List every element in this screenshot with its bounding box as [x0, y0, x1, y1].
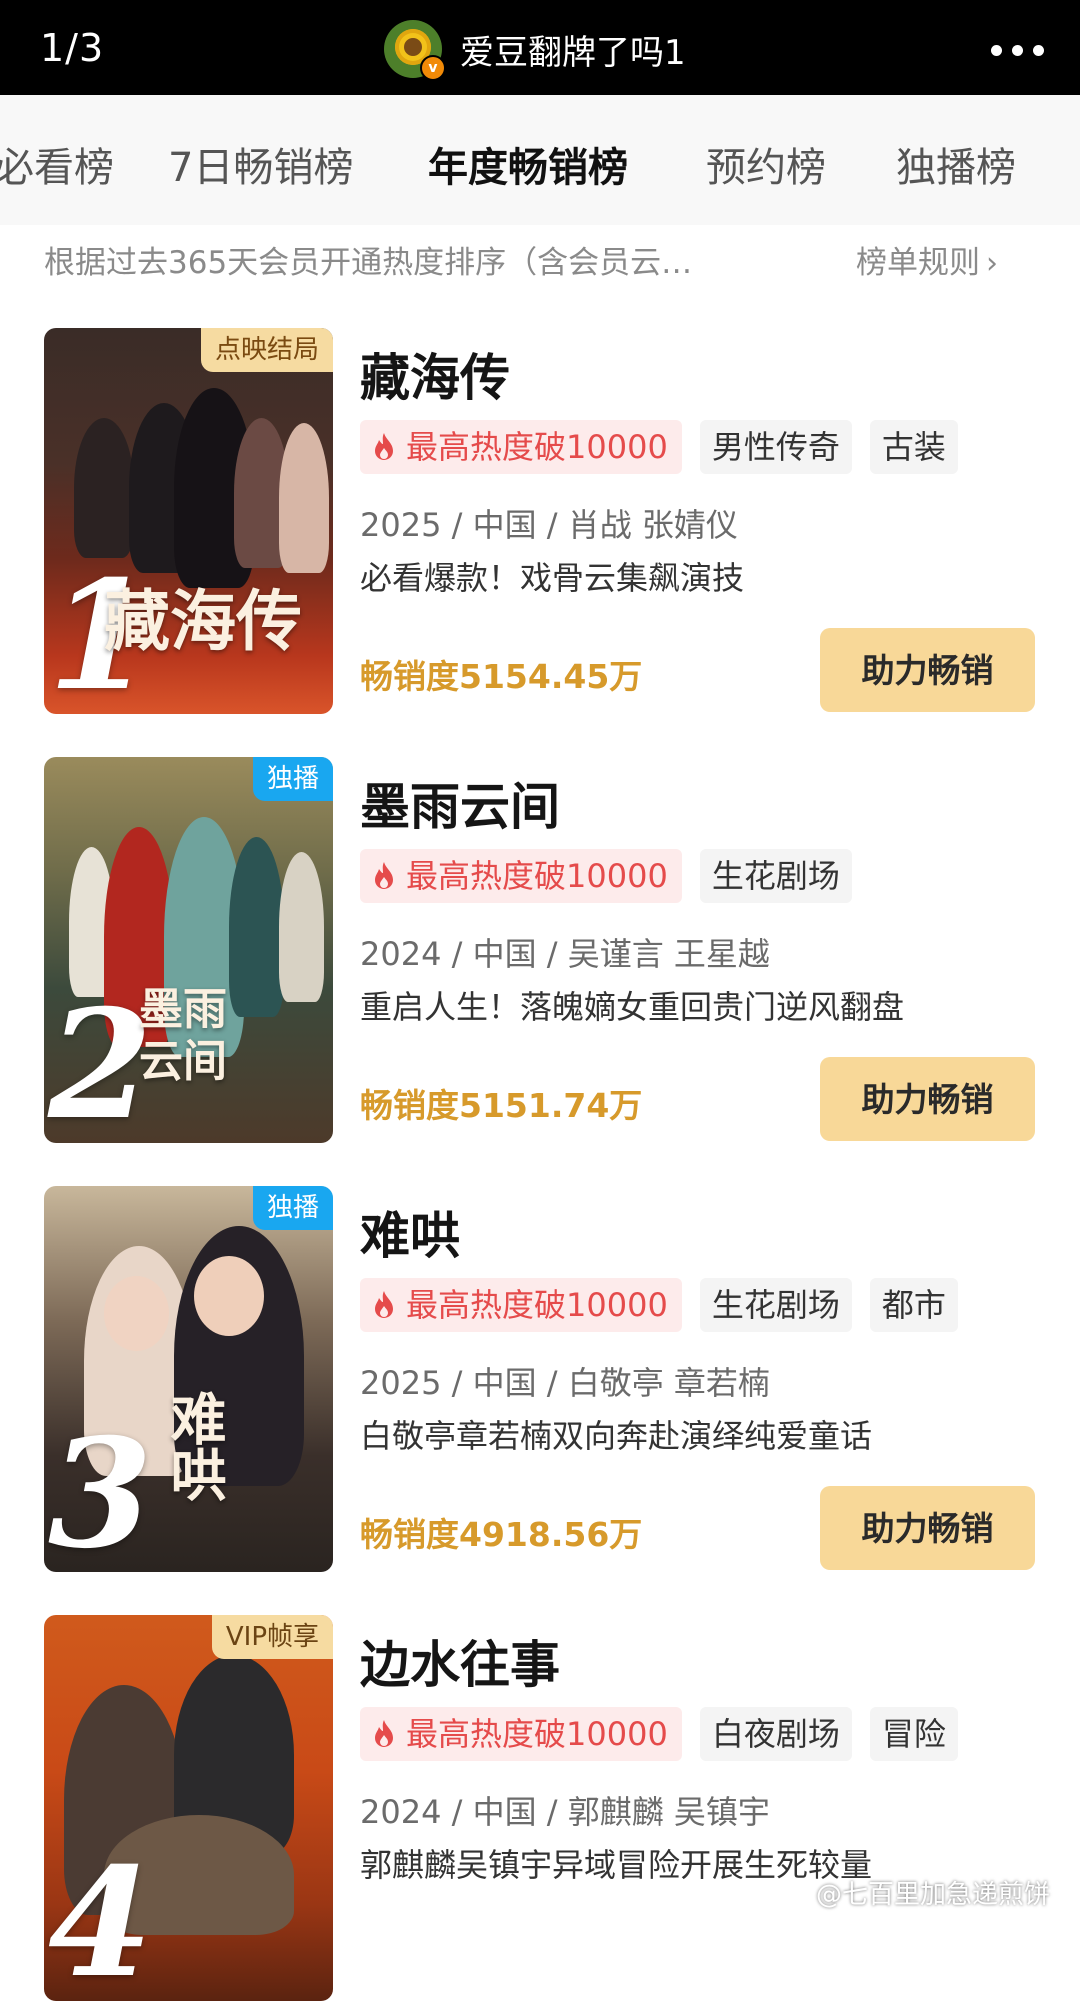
- ranking-rules-label: 榜单规则: [856, 245, 980, 281]
- sales-score: 畅销度4918.56万: [360, 1515, 643, 1554]
- fire-icon: [375, 1720, 393, 1747]
- poster-title: 藏海传: [104, 582, 302, 660]
- tab-7day-bestseller[interactable]: 7日畅销榜: [168, 135, 353, 193]
- show-meta: 2024 / 中国 / 郭麒麟 吴镇宇: [360, 1793, 770, 1831]
- heat-label: 最高热度破10000: [406, 857, 668, 895]
- tags-row: 最高热度破10000 白夜剧场 冒险: [360, 1707, 958, 1761]
- sales-score: 畅销度5151.74万: [360, 1086, 643, 1125]
- heat-badge: 最高热度破10000: [360, 849, 682, 903]
- fire-icon: [375, 433, 393, 460]
- show-slogan: 白敬亭章若楠双向奔赴演绎纯爱童话: [360, 1417, 873, 1455]
- list-item[interactable]: 独播 2 墨雨云间 墨雨云间 最高热度破10000 生花剧场 2024 / 中国…: [0, 757, 1080, 1157]
- tab-must-watch[interactable]: 必看榜: [0, 135, 114, 193]
- show-title[interactable]: 藏海传: [360, 338, 510, 410]
- exclusive-tag: 独播: [252, 1186, 333, 1230]
- poster-image[interactable]: 点映结局 1 藏海传: [44, 328, 333, 714]
- genre-tag[interactable]: 冒险: [869, 1707, 958, 1761]
- vip-tag: VIP帧享: [211, 1615, 333, 1659]
- ranking-content: 根据过去365天会员开通热度排序（含会员云… 榜单规则 › 点映结局 1 藏海传 …: [0, 225, 1080, 2001]
- heat-label: 最高热度破10000: [406, 1715, 668, 1753]
- heat-badge: 最高热度破10000: [360, 1278, 682, 1332]
- page-indicator: 1/3: [40, 26, 105, 70]
- boost-sales-button[interactable]: 助力畅销: [820, 1057, 1035, 1141]
- show-title[interactable]: 难哄: [360, 1196, 460, 1268]
- ending-tag: 点映结局: [200, 328, 333, 372]
- list-item[interactable]: VIP帧享 4 边水往事 最高热度破10000 白夜剧场 冒险 2024 / 中…: [0, 1615, 1080, 2015]
- fire-icon: [375, 1291, 393, 1318]
- tags-row: 最高热度破10000 生花剧场 都市: [360, 1278, 958, 1332]
- chevron-right-icon: ›: [986, 246, 998, 281]
- exclusive-tag: 独播: [252, 757, 333, 801]
- heat-label: 最高热度破10000: [406, 1286, 668, 1324]
- tab-exclusive[interactable]: 独播榜: [896, 135, 1016, 193]
- genre-tag[interactable]: 都市: [869, 1278, 958, 1332]
- tags-row: 最高热度破10000 生花剧场: [360, 849, 852, 903]
- watermark-text: @七百里加急递煎饼: [816, 1880, 1051, 1910]
- ranking-description: 根据过去365天会员开通热度排序（含会员云…: [44, 245, 693, 281]
- rank-number: 3: [48, 1406, 153, 1572]
- genre-tag[interactable]: 白夜剧场: [699, 1707, 852, 1761]
- tab-reservation[interactable]: 预约榜: [706, 135, 826, 193]
- genre-tag[interactable]: 古装: [869, 420, 958, 474]
- account-name[interactable]: 爱豆翻牌了吗1: [460, 25, 686, 74]
- show-slogan: 重启人生！落魄嫡女重回贵门逆风翻盘: [360, 988, 905, 1026]
- rank-number: 4: [48, 1835, 153, 2001]
- tags-row: 最高热度破10000 男性传奇 古装: [360, 420, 958, 474]
- boost-sales-button[interactable]: 助力畅销: [820, 628, 1035, 712]
- show-title[interactable]: 边水往事: [360, 1625, 560, 1697]
- boost-sales-button[interactable]: 助力畅销: [820, 1486, 1035, 1570]
- heat-label: 最高热度破10000: [406, 428, 668, 466]
- tab-annual-bestseller[interactable]: 年度畅销榜: [428, 135, 628, 193]
- show-slogan: 必看爆款！戏骨云集飙演技: [360, 559, 745, 597]
- avatar[interactable]: v: [384, 20, 446, 81]
- list-item[interactable]: 独播 3 难哄 难哄 最高热度破10000 生花剧场 都市 2025 / 中国 …: [0, 1186, 1080, 1586]
- rank-number: 2: [48, 977, 153, 1143]
- verified-badge-icon: v: [420, 55, 446, 81]
- account-header[interactable]: v 爱豆翻牌了吗1: [384, 20, 686, 81]
- poster-title: 墨雨云间: [139, 984, 227, 1087]
- ranking-tabs: 必看榜 7日畅销榜 年度畅销榜 预约榜 独播榜: [0, 95, 1080, 225]
- weibo-icon: [781, 1886, 809, 1907]
- show-meta: 2025 / 中国 / 白敬亭 章若楠: [360, 1364, 770, 1402]
- heat-badge: 最高热度破10000: [360, 1707, 682, 1761]
- show-title[interactable]: 墨雨云间: [360, 767, 560, 839]
- heat-badge: 最高热度破10000: [360, 420, 682, 474]
- poster-image[interactable]: 独播 2 墨雨云间: [44, 757, 333, 1143]
- poster-image[interactable]: 独播 3 难哄: [44, 1186, 333, 1572]
- more-icon[interactable]: [991, 45, 1044, 56]
- show-meta: 2025 / 中国 / 肖战 张婧仪: [360, 506, 738, 544]
- show-meta: 2024 / 中国 / 吴谨言 王星越: [360, 935, 770, 973]
- top-bar: 1/3 v 爱豆翻牌了吗1: [0, 0, 1080, 95]
- ranking-rules-link[interactable]: 榜单规则 ›: [856, 237, 998, 282]
- genre-tag[interactable]: 生花剧场: [699, 1278, 852, 1332]
- fire-icon: [375, 862, 393, 889]
- genre-tag[interactable]: 生花剧场: [699, 849, 852, 903]
- sales-score: 畅销度5154.45万: [360, 657, 643, 696]
- weibo-watermark: @七百里加急递煎饼: [780, 1874, 1050, 1911]
- list-item[interactable]: 点映结局 1 藏海传 藏海传 最高热度破10000 男性传奇 古装 2025 /…: [0, 328, 1080, 728]
- genre-tag[interactable]: 男性传奇: [699, 420, 852, 474]
- poster-title: 难哄: [161, 1390, 227, 1502]
- poster-image[interactable]: VIP帧享 4: [44, 1615, 333, 2001]
